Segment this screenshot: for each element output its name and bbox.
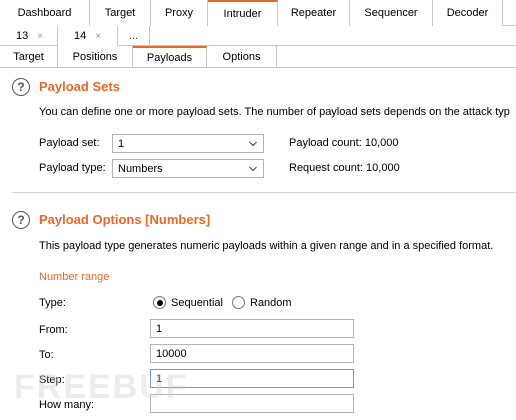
- help-icon[interactable]: ?: [12, 211, 30, 229]
- to-input[interactable]: 10000: [150, 344, 354, 363]
- sequential-radio[interactable]: [153, 296, 166, 309]
- payload-type-label: Payload type:: [39, 162, 106, 174]
- tab-repeater[interactable]: Repeater: [278, 0, 350, 26]
- from-label: From:: [39, 324, 68, 336]
- tab-proxy[interactable]: Proxy: [151, 0, 208, 26]
- subtab-positions[interactable]: Positions: [58, 46, 133, 68]
- tab-target[interactable]: Target: [90, 0, 151, 26]
- chevron-down-icon: [249, 141, 257, 147]
- random-label[interactable]: Random: [250, 297, 292, 309]
- payload-set-value: 1: [118, 137, 125, 150]
- payload-type-value: Numbers: [118, 162, 163, 175]
- subtab-target[interactable]: Target: [0, 46, 58, 68]
- payload-count: Payload count: 10,000: [289, 137, 399, 149]
- instance-tab-label: 13: [16, 30, 29, 42]
- payload-sets-title: Payload Sets: [39, 79, 120, 94]
- intruder-instance-tabs: 13 × 14 × ...: [0, 26, 516, 46]
- request-count: Request count: 10,000: [289, 162, 400, 174]
- chevron-down-icon: [249, 166, 257, 172]
- subtab-payloads[interactable]: Payloads: [133, 46, 207, 68]
- subtab-options[interactable]: Options: [207, 46, 277, 68]
- close-icon[interactable]: ×: [95, 31, 101, 42]
- sequential-label[interactable]: Sequential: [171, 297, 223, 309]
- intruder-sub-tabs: Target Positions Payloads Options: [0, 46, 516, 68]
- tab-sequencer[interactable]: Sequencer: [350, 0, 433, 26]
- to-label: To:: [39, 349, 54, 361]
- instance-tab-14[interactable]: 14 ×: [58, 26, 118, 46]
- instance-tab-label: 14: [74, 30, 87, 42]
- tab-intruder[interactable]: Intruder: [208, 0, 278, 26]
- from-input[interactable]: 1: [150, 319, 354, 338]
- instance-tab-13[interactable]: 13 ×: [0, 26, 58, 46]
- payload-set-label: Payload set:: [39, 137, 100, 149]
- help-icon[interactable]: ?: [12, 78, 30, 96]
- section-divider: [12, 192, 516, 193]
- new-tab-button[interactable]: ...: [118, 26, 150, 46]
- watermark: FREEBUF: [14, 368, 189, 406]
- type-label: Type:: [39, 297, 66, 309]
- payload-sets-description: You can define one or more payload sets.…: [39, 106, 510, 118]
- payload-set-select[interactable]: 1: [112, 134, 264, 153]
- tab-decoder[interactable]: Decoder: [433, 0, 503, 26]
- payload-options-description: This payload type generates numeric payl…: [39, 240, 494, 252]
- tool-tab-bar: Dashboard Target Proxy Intruder Repeater…: [0, 0, 516, 26]
- number-range-heading: Number range: [39, 271, 110, 283]
- random-radio[interactable]: [232, 296, 245, 309]
- payload-type-select[interactable]: Numbers: [112, 159, 264, 178]
- close-icon[interactable]: ×: [37, 31, 43, 42]
- payload-options-title: Payload Options [Numbers]: [39, 212, 211, 227]
- tab-dashboard[interactable]: Dashboard: [0, 0, 90, 26]
